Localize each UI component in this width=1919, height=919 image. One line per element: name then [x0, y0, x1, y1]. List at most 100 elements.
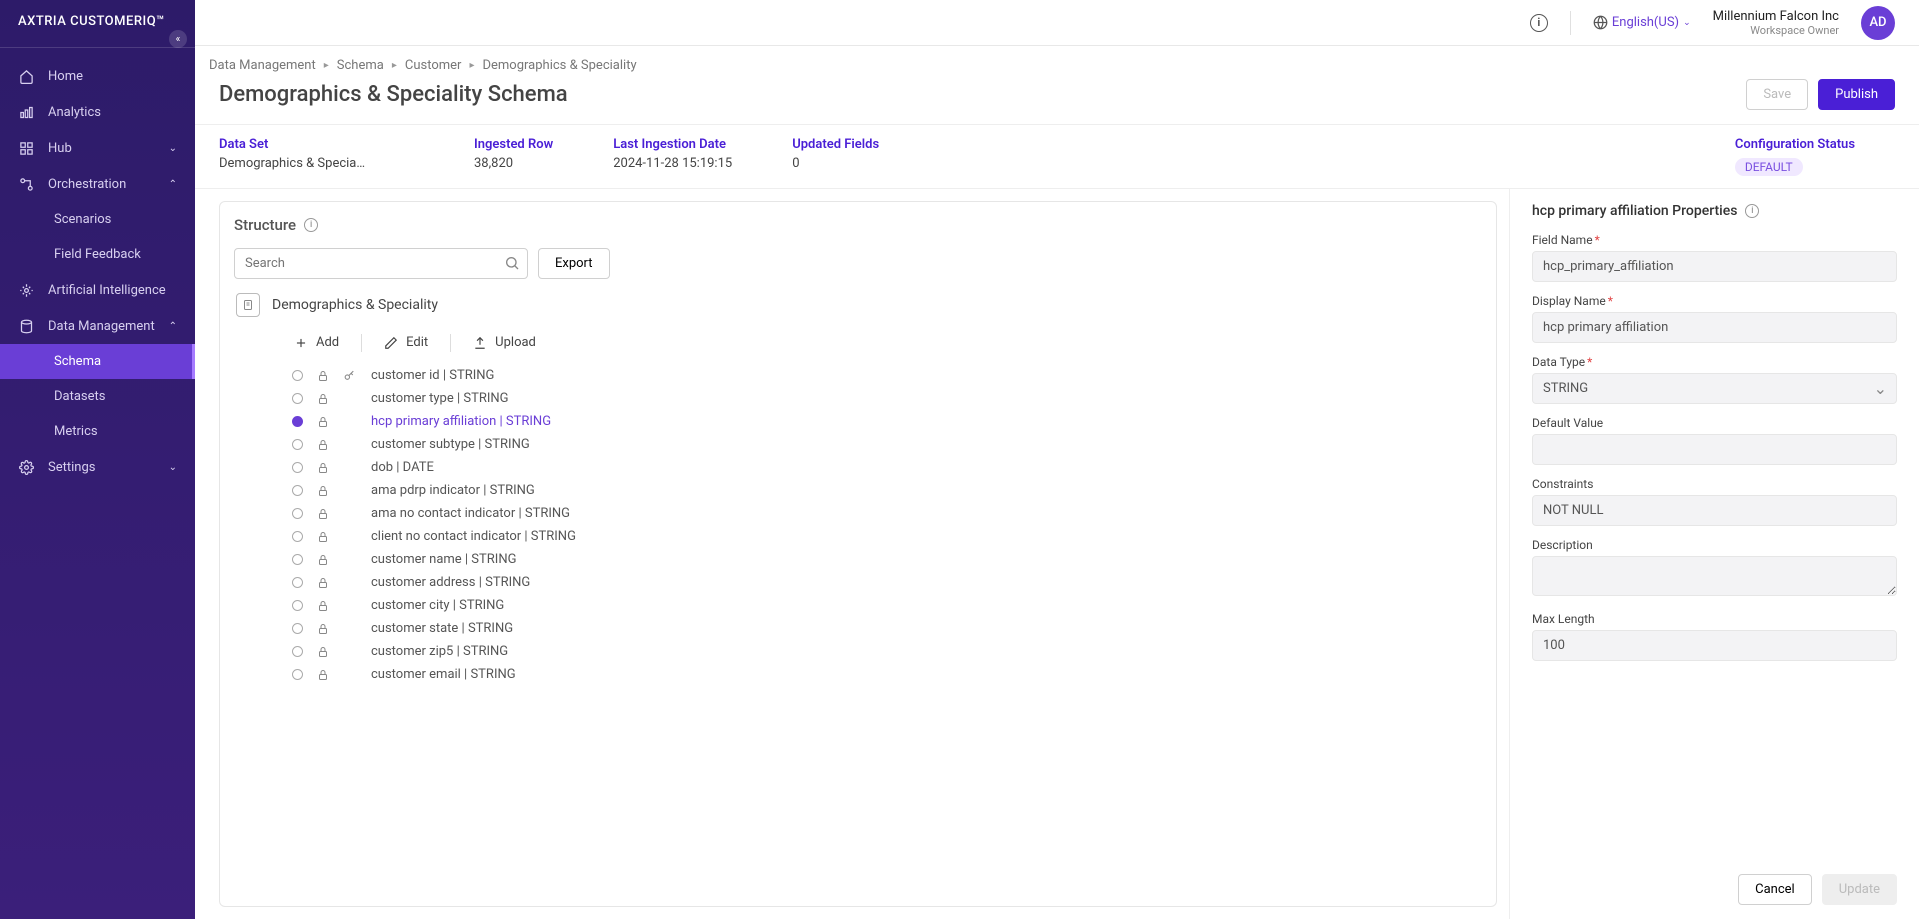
lock-icon — [317, 462, 329, 474]
sidebar-item-label: Schema — [54, 354, 101, 369]
field-row[interactable]: customer address | STRING — [234, 571, 1482, 594]
field-name: ama pdrp indicator | STRING — [371, 483, 535, 498]
key-icon — [343, 369, 357, 382]
field-name-input[interactable] — [1532, 251, 1897, 282]
sidebar-item-metrics[interactable]: Metrics — [0, 414, 195, 449]
cancel-button[interactable]: Cancel — [1738, 874, 1812, 905]
field-row[interactable]: customer zip5 | STRING — [234, 640, 1482, 663]
sidebar-item-hub[interactable]: Hub⌄ — [0, 130, 195, 166]
lock-icon — [317, 508, 329, 520]
field-row[interactable]: client no contact indicator | STRING — [234, 525, 1482, 548]
topbar-divider — [1570, 11, 1571, 35]
upload-field-button[interactable]: Upload — [451, 331, 558, 354]
settings-icon — [18, 459, 34, 475]
breadcrumb-item[interactable]: Customer — [405, 58, 462, 73]
sidebar-item-datasets[interactable]: Datasets — [0, 379, 195, 414]
field-name: customer type | STRING — [371, 391, 509, 406]
info-icon[interactable]: i — [1530, 14, 1548, 32]
entity-row[interactable]: Demographics & Speciality — [234, 293, 1482, 317]
display-name-input[interactable] — [1532, 312, 1897, 343]
sidebar-item-schema[interactable]: Schema — [0, 344, 195, 379]
publish-button[interactable]: Publish — [1818, 79, 1895, 110]
field-row[interactable]: customer subtype | STRING — [234, 433, 1482, 456]
export-button[interactable]: Export — [538, 248, 610, 279]
max-length-input[interactable] — [1532, 630, 1897, 661]
lock-icon — [317, 531, 329, 543]
breadcrumb-separator: ▸ — [469, 60, 474, 71]
breadcrumb-item[interactable]: Data Management — [209, 58, 316, 73]
sidebar-item-analytics[interactable]: Analytics — [0, 94, 195, 130]
collapse-sidebar-button[interactable]: « — [169, 30, 187, 48]
sidebar-item-label: Settings — [48, 460, 95, 475]
field-name: customer city | STRING — [371, 598, 504, 613]
field-name: client no contact indicator | STRING — [371, 529, 576, 544]
field-list: customer id | STRING customer type | STRI… — [234, 364, 1482, 892]
field-name: customer state | STRING — [371, 621, 513, 636]
data-type-select[interactable]: STRING — [1532, 373, 1897, 404]
ingestion-date-value: 2024-11-28 15:19:15 — [613, 156, 732, 171]
updated-fields-value: 0 — [792, 156, 879, 171]
constraints-input[interactable] — [1532, 495, 1897, 526]
sidebar-item-settings[interactable]: Settings⌄ — [0, 449, 195, 485]
config-status-label: Configuration Status — [1735, 137, 1855, 152]
add-field-button[interactable]: Add — [272, 331, 361, 354]
body-split: Structure i Export Demo — [195, 189, 1919, 919]
role-label: Workspace Owner — [1750, 24, 1839, 37]
page-title-row: Demographics & Speciality Schema Save Pu… — [195, 73, 1919, 124]
edit-field-button[interactable]: Edit — [362, 331, 450, 354]
radio-icon — [292, 669, 303, 680]
field-row[interactable]: dob | DATE — [234, 456, 1482, 479]
sidebar-item-orchestration[interactable]: Orchestration⌃ — [0, 166, 195, 202]
structure-panel: Structure i Export Demo — [195, 189, 1509, 919]
properties-title: hcp primary affiliation Properties — [1532, 203, 1737, 219]
pencil-icon — [384, 336, 398, 350]
lock-icon — [317, 416, 329, 428]
sidebar-item-label: Field Feedback — [54, 247, 141, 262]
ai-icon — [18, 282, 34, 298]
user-block: Millennium Falcon Inc Workspace Owner — [1713, 9, 1839, 37]
info-strip: Data Set Demographics & Specia… Ingested… — [195, 124, 1919, 189]
info-icon[interactable]: i — [1745, 204, 1759, 218]
field-row[interactable]: customer id | STRING — [234, 364, 1482, 387]
save-button[interactable]: Save — [1746, 79, 1808, 110]
sidebar-item-label: Scenarios — [54, 212, 111, 227]
sidebar-item-field-feedback[interactable]: Field Feedback — [0, 237, 195, 272]
breadcrumb-item[interactable]: Schema — [337, 58, 384, 73]
default-value-input[interactable] — [1532, 434, 1897, 465]
field-row[interactable]: customer state | STRING — [234, 617, 1482, 640]
lock-icon — [317, 646, 329, 658]
language-selector[interactable]: English(US) ⌄ — [1593, 15, 1691, 30]
field-row[interactable]: hcp primary affiliation | STRING — [234, 410, 1482, 433]
radio-icon — [292, 370, 303, 381]
field-name: customer zip5 | STRING — [371, 644, 508, 659]
avatar[interactable]: AD — [1861, 6, 1895, 40]
field-row[interactable]: customer city | STRING — [234, 594, 1482, 617]
sidebar-item-label: Metrics — [54, 424, 98, 439]
sidebar-item-home[interactable]: Home — [0, 58, 195, 94]
sidebar-nav: HomeAnalyticsHub⌄Orchestration⌃ Scenarios… — [0, 48, 195, 919]
field-name: customer subtype | STRING — [371, 437, 530, 452]
lock-icon — [317, 623, 329, 635]
search-input[interactable] — [234, 248, 528, 279]
field-row[interactable]: customer type | STRING — [234, 387, 1482, 410]
sidebar: AXTRIA CUSTOMERIQ™ « HomeAnalyticsHub⌄Or… — [0, 0, 195, 919]
sidebar-item-artificial-intelligence[interactable]: Artificial Intelligence — [0, 272, 195, 308]
field-row[interactable]: customer name | STRING — [234, 548, 1482, 571]
sidebar-item-label: Artificial Intelligence — [48, 283, 166, 298]
sidebar-item-scenarios[interactable]: Scenarios — [0, 202, 195, 237]
field-row[interactable]: customer email | STRING — [234, 663, 1482, 686]
radio-icon — [292, 485, 303, 496]
field-name: dob | DATE — [371, 460, 434, 475]
radio-icon — [292, 600, 303, 611]
field-row[interactable]: ama no contact indicator | STRING — [234, 502, 1482, 525]
info-icon[interactable]: i — [304, 218, 318, 232]
radio-icon — [292, 508, 303, 519]
sidebar-logo: AXTRIA CUSTOMERIQ™ « — [0, 0, 195, 48]
update-button[interactable]: Update — [1822, 874, 1897, 905]
search-icon[interactable] — [504, 255, 520, 271]
field-name: customer id | STRING — [371, 368, 494, 383]
field-row[interactable]: ama pdrp indicator | STRING — [234, 479, 1482, 502]
field-name: ama no contact indicator | STRING — [371, 506, 570, 521]
sidebar-item-data-management[interactable]: Data Management⌃ — [0, 308, 195, 344]
description-input[interactable] — [1532, 556, 1897, 596]
